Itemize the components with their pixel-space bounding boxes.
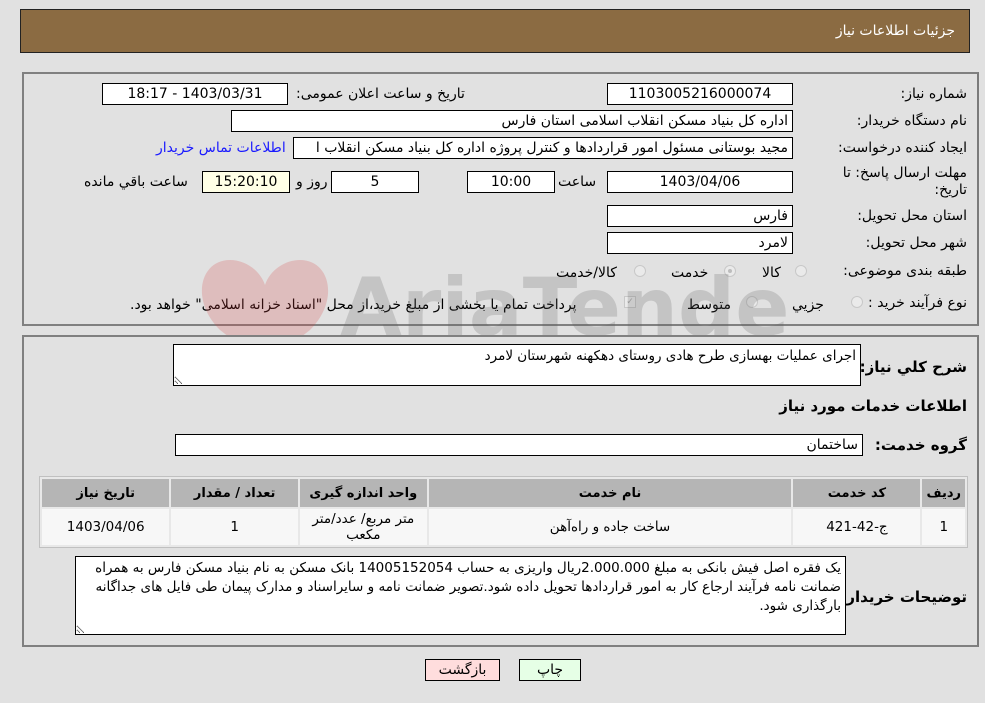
creator-label: ایجاد کننده درخواست: — [838, 140, 967, 156]
deadline-label: مهلت ارسال پاسخ: تا — [842, 165, 967, 181]
cell-unit: متر مربع/ عدد/متر مکعب — [299, 509, 427, 545]
remaining-time-field: 15:20:10 — [202, 171, 290, 193]
table-header-row: ردیف کد خدمت نام خدمت واحد اندازه گیری ت… — [42, 479, 965, 507]
process-option-medium: متوسط — [687, 297, 731, 313]
process-option-minor: جزيي — [792, 297, 824, 313]
process-type-label: نوع فرآیند خرید : — [868, 295, 967, 311]
cell-quantity: 1 — [171, 509, 298, 545]
province-label: استان محل تحویل: — [857, 208, 967, 224]
col-quantity: تعداد / مقدار — [171, 479, 298, 507]
buyer-notes-textarea[interactable]: یک فقره اصل فیش بانکی به مبلغ 2.000.000ر… — [75, 556, 846, 635]
cell-service-name: ساخت جاده و راه‌آهن — [428, 509, 792, 545]
services-table-wrap: ردیف کد خدمت نام خدمت واحد اندازه گیری ت… — [39, 476, 968, 548]
city-field[interactable]: لامرد — [607, 232, 793, 254]
announce-date-field[interactable]: 1403/03/31 - 18:17 — [102, 83, 288, 105]
cell-service-code: ج-42-421 — [793, 509, 921, 545]
col-row-number: ردیف — [922, 479, 965, 507]
category-option-goods: کالا — [762, 265, 781, 281]
print-button[interactable]: چاپ — [519, 659, 581, 681]
category-radio-goods-service[interactable] — [634, 265, 646, 277]
back-button[interactable]: بازگشت — [425, 659, 500, 681]
page-title: جزئیات اطلاعات نیاز — [835, 23, 955, 39]
treasury-note: پرداخت تمام یا بخشی از مبلغ خرید،از محل … — [130, 297, 577, 313]
buyer-contact-link[interactable]: اطلاعات تماس خریدار — [156, 140, 286, 156]
services-table: ردیف کد خدمت نام خدمت واحد اندازه گیری ت… — [39, 476, 968, 548]
col-need-date: تاریخ نیاز — [42, 479, 170, 507]
city-label: شهر محل تحویل: — [865, 235, 967, 251]
service-group-label: گروه خدمت: — [874, 436, 967, 454]
deadline-date-label: تاریخ: — [934, 182, 967, 198]
buyer-org-label: نام دستگاه خریدار: — [856, 113, 967, 129]
creator-field[interactable]: مجید بوستانی مسئول امور قراردادها و کنتر… — [293, 137, 793, 159]
category-option-service: خدمت — [671, 265, 709, 281]
description-textarea[interactable]: اجرای عملیات بهسازی طرح هادی روستای دهکه… — [173, 344, 861, 386]
process-radio-medium[interactable] — [746, 296, 758, 308]
services-heading: اطلاعات خدمات مورد نیاز — [779, 397, 967, 415]
days-remaining-field[interactable]: 5 — [331, 171, 419, 193]
province-field[interactable]: فارس — [607, 205, 793, 227]
category-radio-service[interactable] — [724, 265, 736, 277]
remaining-time-label: ساعت باقي مانده — [84, 174, 188, 190]
buyer-org-field[interactable]: اداره کل بنیاد مسکن انقلاب اسلامی استان … — [231, 110, 793, 132]
buyer-notes-label: توضیحات خریدار: — [840, 588, 967, 606]
cell-need-date: 1403/04/06 — [42, 509, 170, 545]
need-number-label: شماره نیاز: — [900, 86, 968, 102]
days-label: روز و — [296, 174, 328, 190]
announce-date-label: تاریخ و ساعت اعلان عمومی: — [296, 86, 465, 102]
treasury-checkbox[interactable]: ✓ — [624, 296, 636, 308]
category-radio-goods[interactable] — [795, 265, 807, 277]
category-label: طبقه بندی موضوعی: — [843, 263, 967, 279]
col-unit: واحد اندازه گیری — [299, 479, 427, 507]
table-row: 1 ج-42-421 ساخت جاده و راه‌آهن متر مربع/… — [42, 509, 965, 545]
cell-row-number: 1 — [922, 509, 965, 545]
category-option-goods-service: کالا/خدمت — [556, 265, 617, 281]
description-label: شرح کلي نياز: — [859, 358, 967, 376]
need-number-field[interactable]: 1103005216000074 — [607, 83, 793, 105]
service-group-field[interactable]: ساختمان — [175, 434, 863, 456]
col-service-code: کد خدمت — [793, 479, 921, 507]
deadline-time-label: ساعت — [558, 174, 597, 190]
process-radio-minor[interactable] — [851, 296, 863, 308]
deadline-time-field[interactable]: 10:00 — [467, 171, 555, 193]
page-header: جزئیات اطلاعات نیاز — [20, 9, 970, 53]
deadline-date-field[interactable]: 1403/04/06 — [607, 171, 793, 193]
col-service-name: نام خدمت — [428, 479, 792, 507]
